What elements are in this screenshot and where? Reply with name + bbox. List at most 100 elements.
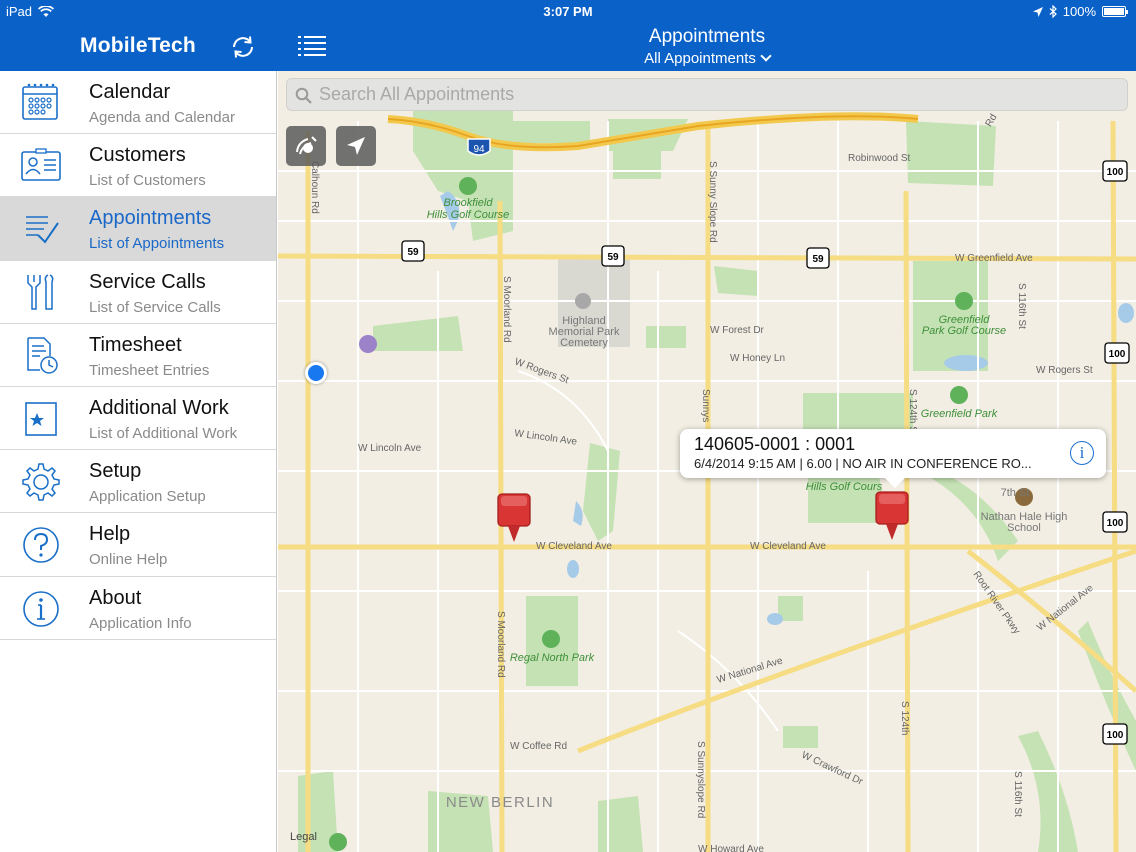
app-title: MobileTech [80,34,196,57]
sidebar-item-sublabel: Application Setup [89,488,206,506]
sidebar-item-label: Calendar [89,81,171,103]
street-label: S 116th St [1016,283,1027,329]
sidebar-item-sublabel: List of Appointments [89,235,225,253]
street-label: W Rogers St [1036,365,1093,376]
street-label: S Moorland Rd [495,611,506,678]
sidebar-item-sublabel: List of Service Calls [89,298,221,316]
satellite-icon [296,136,317,155]
map-label: Regal North Park [510,652,595,664]
nav-title: Appointments [648,26,766,47]
sidebar-item-label: Setup [89,460,142,483]
route-shield: 100 [1102,511,1128,533]
sidebar-item-help[interactable]: Help Online Help [0,513,276,577]
info-icon [23,590,59,627]
sidebar-item-sublabel: Online Help [89,551,168,569]
sidebar-item-label: Additional Work [89,396,229,419]
map-label: Cemetery [560,337,608,349]
sidebar-item-label: About [89,586,142,609]
info-icon: i [1079,443,1085,462]
top-bar: iPad 3:07 PM 100% MobileTech Appointment… [0,0,1136,71]
map-label: NEW BERLIN [446,794,554,811]
street-label: W Greenfield Ave [955,253,1033,264]
route-number: 59 [607,252,619,263]
map-label: Brookfield [444,197,494,209]
contact-card-icon [21,148,61,181]
route-number: 100 [1107,730,1124,741]
appointment-filter-dropdown[interactable]: All Appointments [560,50,854,67]
sidebar-item-timesheet[interactable]: Timesheet Timesheet Entries [0,324,276,387]
status-bar: iPad 3:07 PM 100% [0,0,1136,22]
sidebar: Calendar Agenda and Calendar Customers L… [0,71,277,852]
legal-link[interactable]: Legal [290,831,317,843]
sidebar-item-calendar[interactable]: Calendar Agenda and Calendar [0,71,276,135]
map-type-button[interactable] [286,126,326,166]
street-label: S 124th [899,701,910,735]
timesheet-clock-icon [27,337,58,374]
question-icon [23,527,59,564]
route-number: 59 [812,254,824,265]
sidebar-item-sublabel: List of Additional Work [89,424,238,442]
filter-label: All Appointments [644,50,756,67]
bluetooth-icon [1049,5,1057,18]
sidebar-item-label: Help [89,523,131,546]
sidebar-item-label: Appointments [89,207,212,230]
search-input[interactable] [319,79,1119,110]
sidebar-item-setup[interactable]: Setup Application Setup [0,450,276,514]
sidebar-item-customers[interactable]: Customers List of Customers [0,134,276,198]
route-shield: 100 [1102,723,1128,745]
route-number: 100 [1109,349,1126,360]
sidebar-item-appointments[interactable]: Appointments List of Appointments [0,197,276,261]
checklist-icon [26,216,59,244]
list-view-icon[interactable] [298,34,326,58]
route-shield: 100 [1104,342,1130,364]
chevron-down-icon [760,50,772,62]
sidebar-item-about[interactable]: About Application Info [0,577,276,640]
tools-icon [27,273,54,310]
street-label: W Lincoln Ave [358,443,422,454]
street-label: W National Ave [716,655,785,686]
street-label: W Coffee Rd [510,741,567,752]
callout-subtitle: 6/4/2014 9:15 AM | 6.00 | NO AIR IN CONF… [694,456,1032,471]
callout-info-button[interactable]: i [1070,441,1094,465]
appointment-pin[interactable] [497,493,531,543]
status-time: 3:07 PM [543,4,593,19]
street-label: S Sunnyslope Rd [695,741,706,818]
sync-icon[interactable] [230,34,256,60]
sidebar-item-sublabel: Agenda and Calendar [89,109,235,126]
battery-icon [1102,6,1128,17]
map-label: Park Golf Course [922,325,1006,337]
sidebar-item-sublabel: Application Info [89,614,192,632]
street-label: W Cleveland Ave [536,541,612,552]
star-document-icon [25,402,57,436]
user-location-dot [305,362,327,384]
sidebar-item-label: Service Calls [89,270,206,293]
current-location-button[interactable] [336,126,376,166]
street-label: S 116th St [1012,771,1023,817]
route-shield: 100 [1102,160,1128,182]
map-label: School [1007,522,1041,534]
street-label: Robinwood St [848,153,910,164]
route-shield: 59 [401,240,425,262]
street-label: W Cleveland Ave [750,541,826,552]
street-label: Calhoun Rd [309,161,320,214]
appointment-pin-selected[interactable] [875,491,909,541]
appointment-callout[interactable]: 140605-0001 : 0001 6/4/2014 9:15 AM | 6.… [680,429,1106,488]
route-number: 59 [407,247,419,258]
search-icon [295,87,312,104]
street-label: S Moorland Rd [501,276,512,343]
map-label: 7th St [1001,487,1030,499]
sidebar-item-additional-work[interactable]: Additional Work List of Additional Work [0,387,276,451]
street-label: W Crawford Dr [800,750,865,788]
sidebar-item-sublabel: List of Customers [89,172,206,190]
street-label: W Honey Ln [730,353,785,364]
map-label: Hills Golf Course [427,209,510,221]
search-bar[interactable] [286,78,1128,111]
sidebar-item-service-calls[interactable]: Service Calls List of Service Calls [0,261,276,324]
street-label: Sunnys [700,389,711,422]
callout-title: 140605-0001 : 0001 [694,434,856,454]
location-arrow-icon [347,137,365,155]
map-label: Greenfield Park [921,408,998,420]
sidebar-item-label: Customers [89,144,186,167]
map-view[interactable]: 94 59 59 59 100 100 100 100 Brookfield H… [278,71,1136,852]
sidebar-item-sublabel: Timesheet Entries [89,361,210,379]
